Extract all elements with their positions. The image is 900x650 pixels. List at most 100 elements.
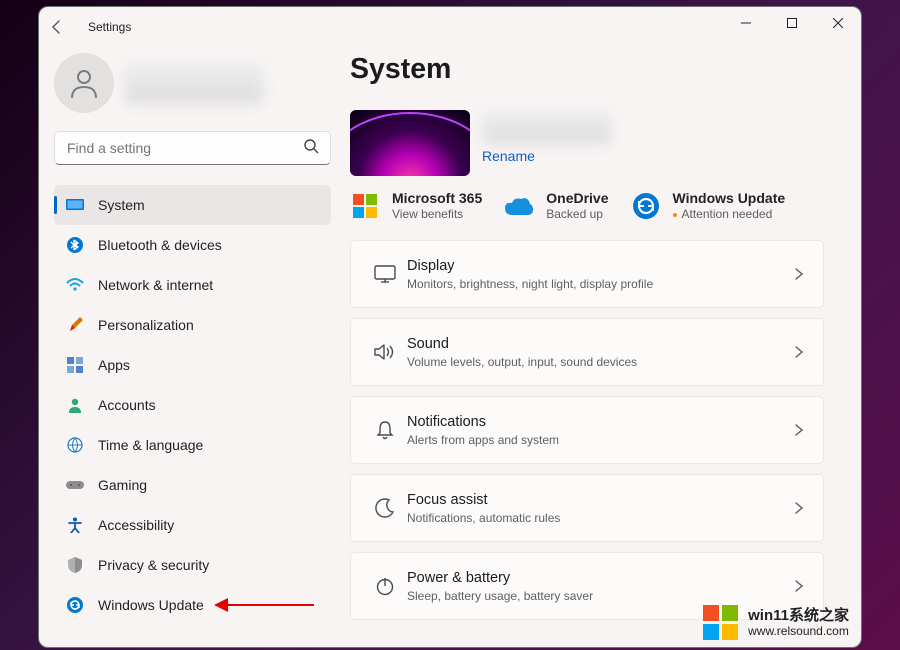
person-icon <box>64 397 86 413</box>
maximize-icon <box>787 18 797 28</box>
chevron-right-icon <box>795 268 803 280</box>
nav-item-label: Time & language <box>98 437 203 453</box>
watermark: win11系统之家 www.relsound.com <box>703 605 849 640</box>
apps-icon <box>64 357 86 373</box>
service-row: Microsoft 365View benefits OneDriveBacked… <box>350 190 857 222</box>
card-title: Notifications <box>407 413 795 432</box>
close-icon <box>833 18 843 28</box>
maximize-button[interactable] <box>769 7 815 39</box>
nav-item-brush[interactable]: Personalization <box>54 305 331 345</box>
nav-item-person[interactable]: Accounts <box>54 385 331 425</box>
back-button[interactable] <box>50 20 86 34</box>
service-title: OneDrive <box>546 190 608 207</box>
onedrive-icon <box>504 191 534 221</box>
service-title: Microsoft 365 <box>392 190 482 207</box>
main-pane: System Rename Microsoft 365View benefits… <box>346 47 861 647</box>
brush-icon <box>64 317 86 333</box>
moon-icon <box>363 498 407 518</box>
desktop-thumbnail[interactable] <box>350 110 470 176</box>
service-title: Windows Update <box>673 190 786 207</box>
chevron-right-icon <box>795 502 803 514</box>
close-button[interactable] <box>815 7 861 39</box>
minimize-button[interactable] <box>723 7 769 39</box>
settings-window: Settings System Bluetooth & devices Networ… <box>38 6 862 648</box>
nav-item-label: Personalization <box>98 317 194 333</box>
card-subtitle: Volume levels, output, input, sound devi… <box>407 354 795 370</box>
nav-item-label: Apps <box>98 357 130 373</box>
card-display[interactable]: DisplayMonitors, brightness, night light… <box>350 240 824 308</box>
nav-item-update[interactable]: Windows Update <box>54 585 331 625</box>
nav-item-bluetooth[interactable]: Bluetooth & devices <box>54 225 331 265</box>
card-moon[interactable]: Focus assistNotifications, automatic rul… <box>350 474 824 542</box>
person-icon <box>67 66 101 100</box>
nav-item-shield[interactable]: Privacy & security <box>54 545 331 585</box>
update-icon <box>64 597 86 613</box>
globe-icon <box>64 437 86 453</box>
service-subtitle: Attention needed <box>673 207 786 222</box>
card-subtitle: Notifications, automatic rules <box>407 510 795 526</box>
nav-item-label: Bluetooth & devices <box>98 237 222 253</box>
chevron-right-icon <box>795 346 803 358</box>
nav-item-apps[interactable]: Apps <box>54 345 331 385</box>
system-icon <box>64 198 86 212</box>
card-sound[interactable]: SoundVolume levels, output, input, sound… <box>350 318 824 386</box>
nav-item-label: Gaming <box>98 477 147 493</box>
card-title: Focus assist <box>407 491 795 510</box>
back-icon <box>50 20 64 34</box>
display-icon <box>363 265 407 283</box>
nav-item-accessibility[interactable]: Accessibility <box>54 505 331 545</box>
callout-arrow <box>214 590 314 620</box>
window-controls <box>723 7 861 39</box>
minimize-icon <box>741 18 751 28</box>
search-box <box>54 131 331 165</box>
user-name-redacted <box>124 62 264 104</box>
nav-item-label: Network & internet <box>98 277 213 293</box>
service-subtitle: Backed up <box>546 207 608 222</box>
card-subtitle: Alerts from apps and system <box>407 432 795 448</box>
nav-item-label: Accessibility <box>98 517 174 533</box>
watermark-text: win11系统之家 <box>748 607 849 624</box>
card-bell[interactable]: NotificationsAlerts from apps and system <box>350 396 824 464</box>
nav-item-system[interactable]: System <box>54 185 331 225</box>
service-update-ring[interactable]: Windows UpdateAttention needed <box>631 190 786 222</box>
accessibility-icon <box>64 517 86 533</box>
nav-item-globe[interactable]: Time & language <box>54 425 331 465</box>
service-subtitle: View benefits <box>392 207 482 222</box>
card-subtitle: Monitors, brightness, night light, displ… <box>407 276 795 292</box>
page-title: System <box>350 53 857 86</box>
user-section[interactable] <box>54 53 331 113</box>
watermark-url: www.relsound.com <box>748 624 849 638</box>
service-ms365[interactable]: Microsoft 365View benefits <box>350 190 482 222</box>
search-input[interactable] <box>54 131 331 165</box>
titlebar: Settings <box>39 7 861 47</box>
window-title: Settings <box>88 20 131 34</box>
chevron-right-icon <box>795 424 803 436</box>
chevron-right-icon <box>795 580 803 592</box>
service-onedrive[interactable]: OneDriveBacked up <box>504 190 608 222</box>
nav-item-gamepad[interactable]: Gaming <box>54 465 331 505</box>
settings-cards: DisplayMonitors, brightness, night light… <box>350 240 857 620</box>
bell-icon <box>363 420 407 440</box>
wifi-icon <box>64 278 86 292</box>
power-icon <box>363 576 407 596</box>
device-name-redacted <box>482 110 612 144</box>
ms365-icon <box>350 191 380 221</box>
nav-list: System Bluetooth & devices Network & inter… <box>54 185 331 625</box>
bluetooth-icon <box>64 237 86 253</box>
nav-item-wifi[interactable]: Network & internet <box>54 265 331 305</box>
attention-dot-icon <box>673 213 677 217</box>
rename-link[interactable]: Rename <box>482 148 535 164</box>
nav-item-label: System <box>98 197 145 213</box>
nav-item-label: Accounts <box>98 397 156 413</box>
card-title: Sound <box>407 335 795 354</box>
card-title: Display <box>407 257 795 276</box>
sound-icon <box>363 343 407 361</box>
update-ring-icon <box>631 191 661 221</box>
avatar <box>54 53 114 113</box>
sidebar: System Bluetooth & devices Network & inter… <box>39 47 346 647</box>
nav-item-label: Windows Update <box>98 597 204 613</box>
watermark-logo <box>703 605 738 640</box>
card-title: Power & battery <box>407 569 795 588</box>
card-subtitle: Sleep, battery usage, battery saver <box>407 588 795 604</box>
gamepad-icon <box>64 479 86 491</box>
